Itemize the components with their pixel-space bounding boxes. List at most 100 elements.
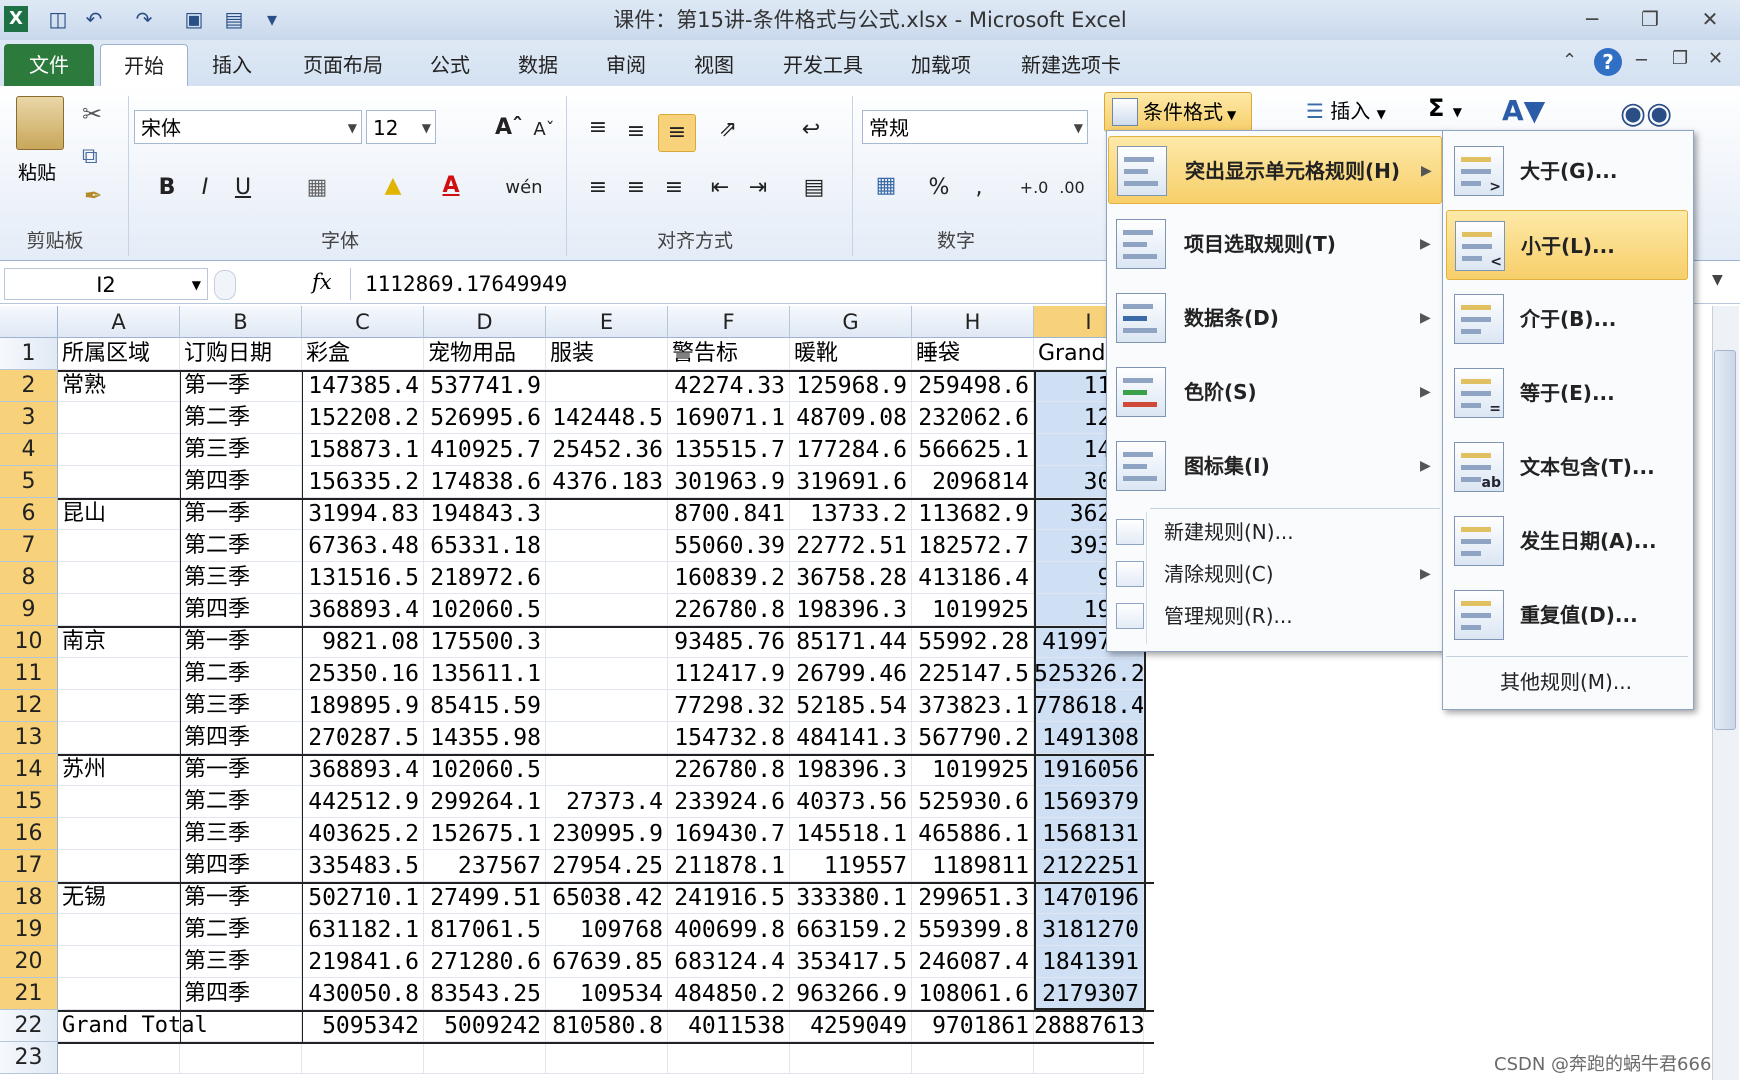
grid-cell[interactable]: 218972.6: [424, 562, 546, 594]
grid-cell[interactable]: 299651.3: [912, 882, 1034, 914]
row-header[interactable]: 11: [0, 658, 58, 690]
grid-cell[interactable]: 154732.8: [668, 722, 790, 754]
grid-cell[interactable]: 93485.76: [668, 626, 790, 658]
align-top-icon[interactable]: ≡: [582, 110, 614, 146]
grid-cell[interactable]: 465886.1: [912, 818, 1034, 850]
cf-menu-item[interactable]: 图标集(I) ▶: [1108, 432, 1442, 500]
cf-menu-item[interactable]: 项目选取规则(T) ▶: [1108, 210, 1442, 278]
row-header[interactable]: 19: [0, 914, 58, 946]
grid-cell[interactable]: 第四季: [180, 466, 302, 498]
expand-formula-icon[interactable]: ▼: [1712, 272, 1723, 288]
grid-cell[interactable]: [58, 434, 180, 466]
tab-developer[interactable]: 开发工具: [768, 44, 878, 86]
grid-cell[interactable]: 第四季: [180, 850, 302, 882]
grid-cell[interactable]: 152675.1: [424, 818, 546, 850]
cf-menu-item[interactable]: 数据条(D) ▶: [1108, 284, 1442, 352]
grid-cell[interactable]: 270287.5: [302, 722, 424, 754]
grid-cell[interactable]: [1034, 1042, 1144, 1074]
grid-cell[interactable]: 第一季: [180, 882, 302, 914]
cut-icon[interactable]: ✂: [82, 100, 102, 128]
grid-cell[interactable]: 566625.1: [912, 434, 1034, 466]
align-right-icon[interactable]: ≡: [658, 170, 690, 206]
grid-cell[interactable]: 158873.1: [302, 434, 424, 466]
workbook-restore-icon[interactable]: ❐: [1672, 48, 1688, 69]
help-icon[interactable]: ?: [1594, 48, 1622, 76]
cf-menu-item[interactable]: 新建规则(N)...: [1108, 512, 1442, 552]
grid-cell[interactable]: 152208.2: [302, 402, 424, 434]
row-header[interactable]: 18: [0, 882, 58, 914]
submenu-item[interactable]: > 大于(G)...: [1446, 136, 1688, 206]
grid-cell[interactable]: 198396.3: [790, 754, 912, 786]
row-header[interactable]: 2: [0, 370, 58, 402]
tab-home[interactable]: 开始: [100, 44, 188, 89]
grid-cell[interactable]: 353417.5: [790, 946, 912, 978]
row-header[interactable]: 3: [0, 402, 58, 434]
grid-cell[interactable]: 430050.8: [302, 978, 424, 1010]
grid-cell[interactable]: 第二季: [180, 786, 302, 818]
grid-cell[interactable]: 400699.8: [668, 914, 790, 946]
header-cell[interactable]: 服装: [546, 338, 668, 370]
grid-cell[interactable]: 271280.6: [424, 946, 546, 978]
increase-decimal-icon[interactable]: +.0: [1016, 170, 1052, 206]
grid-cell[interactable]: 102060.5: [424, 754, 546, 786]
grid-cell[interactable]: 55060.39: [668, 530, 790, 562]
grid-cell[interactable]: [302, 1042, 424, 1074]
row-header[interactable]: 10: [0, 626, 58, 658]
grid-cell[interactable]: 683124.4: [668, 946, 790, 978]
grid-cell[interactable]: [790, 1042, 912, 1074]
column-header[interactable]: H: [912, 306, 1034, 338]
grid-cell[interactable]: 27373.4: [546, 786, 668, 818]
grid-cell[interactable]: [546, 562, 668, 594]
grid-cell[interactable]: 403625.2: [302, 818, 424, 850]
tab-formulas[interactable]: 公式: [414, 44, 486, 86]
cf-menu-item[interactable]: 突出显示单元格规则(H) ▶: [1108, 136, 1442, 204]
find-select-icon[interactable]: ◉◉: [1620, 96, 1672, 131]
grid-cell[interactable]: 145518.1: [790, 818, 912, 850]
grid-cell[interactable]: 135611.1: [424, 658, 546, 690]
grid-cell[interactable]: 219841.6: [302, 946, 424, 978]
ribbon-minimize-icon[interactable]: ⌃: [1562, 50, 1577, 71]
grid-cell[interactable]: 85415.59: [424, 690, 546, 722]
comma-button[interactable]: ,: [964, 170, 994, 206]
column-header[interactable]: E: [546, 306, 668, 338]
copy-icon[interactable]: ⧉: [82, 144, 98, 169]
grid-cell[interactable]: 无锡: [58, 882, 180, 914]
grid-cell[interactable]: 55992.28: [912, 626, 1034, 658]
grid-cell[interactable]: 第三季: [180, 562, 302, 594]
grid-cell[interactable]: 108061.6: [912, 978, 1034, 1010]
header-cell[interactable]: 警告标: [668, 338, 790, 370]
grid-cell[interactable]: [58, 818, 180, 850]
grid-cell[interactable]: 113682.9: [912, 498, 1034, 530]
restore-icon[interactable]: ❐: [1630, 4, 1670, 34]
fill-color-icon[interactable]: ▲: [376, 168, 410, 204]
grid-cell[interactable]: 67639.85: [546, 946, 668, 978]
grid-cell[interactable]: [912, 1042, 1034, 1074]
grid-cell[interactable]: 第一季: [180, 754, 302, 786]
font-name-combo[interactable]: 宋体 ▼: [134, 110, 362, 144]
grid-cell[interactable]: 苏州: [58, 754, 180, 786]
grid-cell[interactable]: [58, 978, 180, 1010]
grid-cell[interactable]: 232062.6: [912, 402, 1034, 434]
row-header[interactable]: 17: [0, 850, 58, 882]
shrink-font-icon[interactable]: Aˇ: [530, 112, 558, 148]
grid-cell[interactable]: 14355.98: [424, 722, 546, 754]
grid-cell[interactable]: [58, 1042, 180, 1074]
cf-menu-item[interactable]: 色阶(S) ▶: [1108, 358, 1442, 426]
grid-cell[interactable]: 147385.4: [302, 370, 424, 402]
number-format-combo[interactable]: 常规 ▼: [862, 110, 1088, 144]
percent-button[interactable]: %: [924, 170, 954, 206]
align-middle-icon[interactable]: ≡: [620, 114, 652, 150]
header-cell[interactable]: 睡袋: [912, 338, 1034, 370]
grid-cell[interactable]: 4011538: [668, 1010, 790, 1042]
grid-cell[interactable]: 142448.5: [546, 402, 668, 434]
grid-cell[interactable]: 第三季: [180, 946, 302, 978]
borders-icon[interactable]: ▦: [300, 170, 334, 206]
grid-cell[interactable]: [58, 402, 180, 434]
grid-cell[interactable]: 230995.9: [546, 818, 668, 850]
grid-cell[interactable]: 27954.25: [546, 850, 668, 882]
grid-cell[interactable]: 第一季: [180, 370, 302, 402]
row-header[interactable]: 20: [0, 946, 58, 978]
grid-cell[interactable]: 83543.25: [424, 978, 546, 1010]
grid-cell[interactable]: [668, 1042, 790, 1074]
tab-view[interactable]: 视图: [678, 44, 750, 86]
